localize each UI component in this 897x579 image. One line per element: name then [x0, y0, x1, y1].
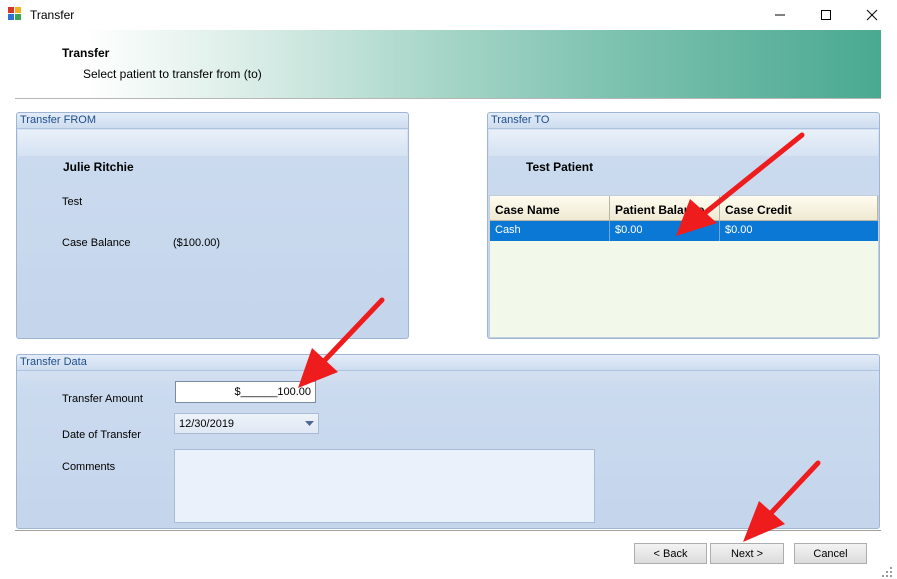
transfer-amount-input[interactable] [175, 381, 316, 403]
maximize-icon [821, 10, 831, 20]
case-grid-header: Case Name Patient Balance Case Credit [490, 196, 878, 221]
cancel-button[interactable]: Cancel [794, 543, 867, 564]
column-header-patient-balance[interactable]: Patient Balance [610, 196, 720, 221]
transfer-to-panel: Transfer TO Test Patient Case Name Patie… [487, 112, 880, 339]
back-button[interactable]: < Back [634, 543, 707, 564]
date-of-transfer-value: 12/30/2019 [179, 418, 235, 430]
footer-divider [15, 530, 881, 531]
transfer-from-heading: Transfer FROM [17, 113, 408, 129]
windows-forms-app-icon [8, 7, 22, 21]
column-header-case-name[interactable]: Case Name [490, 196, 610, 221]
minimize-button[interactable] [757, 0, 803, 30]
resize-grip-icon[interactable] [881, 566, 893, 578]
comments-textarea[interactable] [174, 449, 595, 523]
from-case-name: Test [62, 196, 83, 208]
comments-label: Comments [62, 461, 116, 473]
wizard-title: Transfer [62, 46, 110, 60]
date-of-transfer-picker[interactable]: 12/30/2019 [174, 413, 319, 434]
transfer-to-heading: Transfer TO [488, 113, 879, 129]
next-button[interactable]: Next > [710, 543, 784, 564]
column-header-case-credit[interactable]: Case Credit [720, 196, 878, 221]
close-window-button[interactable] [849, 0, 895, 30]
from-patient-name: Julie Ritchie [63, 160, 134, 174]
maximize-button[interactable] [803, 0, 849, 30]
chevron-down-icon[interactable] [305, 421, 314, 427]
cell-patient-balance: $0.00 [610, 221, 720, 241]
to-patient-name: Test Patient [526, 160, 594, 174]
case-balance-value: ($100.00) [173, 237, 221, 249]
wizard-subtitle: Select patient to transfer from (to) [83, 67, 262, 81]
transfer-amount-label: Transfer Amount [62, 393, 143, 405]
wizard-header-banner: Transfer Select patient to transfer from… [15, 30, 881, 99]
close-icon [866, 9, 878, 21]
transfer-from-panel: Transfer FROM Julie Ritchie Test Case Ba… [16, 112, 409, 339]
cell-case-name: Cash [490, 221, 610, 241]
cell-case-credit: $0.00 [725, 224, 753, 236]
transfer-data-panel: Transfer Data Transfer Amount Date of Tr… [16, 354, 880, 529]
case-grid[interactable]: Case Name Patient Balance Case Credit Ca… [489, 195, 879, 338]
case-balance-label: Case Balance [62, 237, 131, 249]
date-of-transfer-label: Date of Transfer [62, 429, 141, 441]
transfer-data-heading: Transfer Data [17, 355, 879, 371]
table-row[interactable]: Cash $0.00 $0.00 [490, 221, 878, 241]
window-title: Transfer [30, 8, 75, 22]
minimize-icon [775, 14, 785, 16]
